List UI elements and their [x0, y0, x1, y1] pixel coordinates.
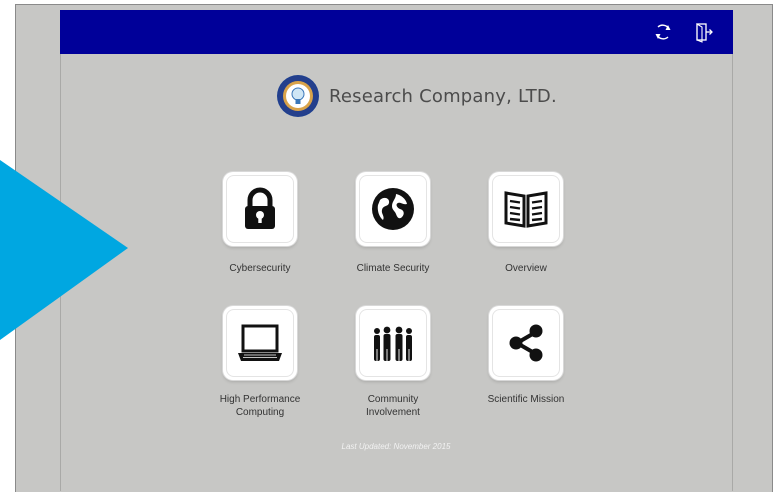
book-icon	[504, 191, 548, 228]
people-icon	[374, 326, 412, 361]
refresh-icon[interactable]	[652, 21, 674, 43]
tile-label-high-performance-computing: High Performance Computing	[195, 393, 325, 419]
tile-climate-security[interactable]	[356, 172, 430, 246]
lock-icon	[245, 187, 275, 229]
company-name: Research Company, LTD.	[329, 85, 557, 107]
globe-icon	[372, 188, 414, 230]
tile-label-overview: Overview	[505, 263, 547, 274]
tile-cybersecurity[interactable]	[223, 172, 297, 246]
tile-community-involvement[interactable]	[356, 306, 430, 380]
last-updated-text: Last Updated: November 2015	[341, 442, 451, 451]
company-brand: Research Company, LTD.	[277, 75, 557, 117]
company-logo-icon	[277, 75, 319, 117]
tile-label-scientific-mission: Scientific Mission	[487, 394, 565, 405]
laptop-icon	[238, 324, 282, 361]
frame-divider-right	[732, 54, 733, 491]
tile-high-performance-computing[interactable]	[223, 306, 297, 380]
top-navigation-bar	[60, 10, 733, 54]
tile-label-line: Community Involvement	[366, 394, 420, 418]
tile-label-line: High Performance Computing	[219, 394, 301, 418]
share-icon	[509, 324, 543, 362]
tile-label-cybersecurity: Cybersecurity	[229, 263, 291, 274]
play-arrow-shape	[0, 160, 128, 340]
tile-label-community-involvement: Community Involvement	[328, 393, 458, 419]
tile-label-climate-security: Climate Security	[356, 263, 430, 274]
tile-overview[interactable]	[489, 172, 563, 246]
tile-scientific-mission[interactable]	[489, 306, 563, 380]
logout-icon[interactable]	[693, 21, 715, 43]
